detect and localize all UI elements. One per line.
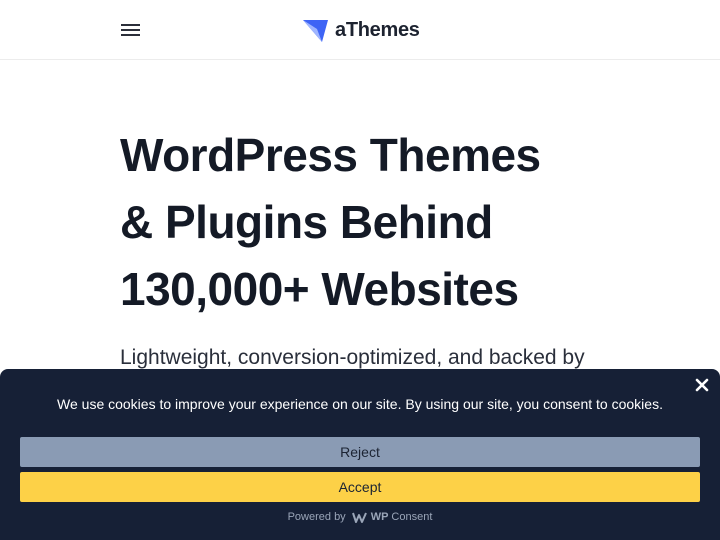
cookie-message: We use cookies to improve your experienc… (57, 396, 663, 412)
brand-name: aThemes (335, 18, 420, 41)
brand-logo-link[interactable]: aThemes (301, 16, 420, 44)
hero-subtitle: Lightweight, conversion-optimized, and b… (120, 346, 585, 369)
hamburger-menu-icon[interactable] (118, 20, 144, 40)
menu-bar (121, 24, 140, 26)
wpconsent-name-bold: WP (370, 511, 389, 523)
hero-title-line: & Plugins Behind (120, 196, 493, 248)
reject-button[interactable]: Reject (20, 437, 700, 467)
menu-bar (121, 29, 140, 31)
site-header: aThemes (0, 0, 720, 60)
wpconsent-name: Consent (391, 511, 433, 523)
wpconsent-link[interactable]: WP Consent (351, 511, 433, 523)
wpconsent-logo-icon (351, 512, 367, 523)
hero-title: WordPress Themes & Plugins Behind 130,00… (120, 122, 640, 323)
powered-by-label: Powered by (287, 511, 346, 523)
cookie-consent-banner: We use cookies to improve your experienc… (0, 369, 720, 540)
powered-by: Powered by WP Consent (0, 511, 720, 523)
hero-section: WordPress Themes & Plugins Behind 130,00… (120, 122, 640, 323)
close-icon[interactable] (692, 375, 712, 395)
hero-title-line: WordPress Themes (120, 129, 541, 181)
athemes-logo-icon (303, 20, 328, 42)
hero-title-line: 130,000+ Websites (120, 263, 519, 315)
menu-bar (121, 34, 140, 36)
accept-button[interactable]: Accept (20, 472, 700, 502)
